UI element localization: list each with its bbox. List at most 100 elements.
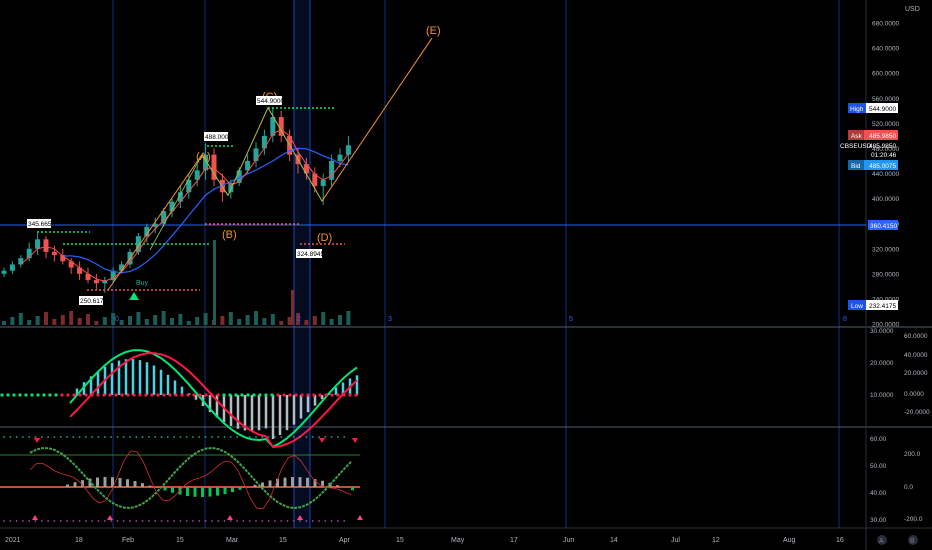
wave-label-A: (A): [196, 151, 211, 163]
time-axis[interactable]: 2021 18 Feb 15 Mar 15 Apr 15 May 17 Jun 14 Jul 12 Aug 1…: [5, 537, 844, 544]
count-dot: [255, 520, 257, 522]
count-dot: [280, 520, 283, 522]
buy-signal-label: Buy: [136, 280, 149, 287]
zero-dot: [174, 393, 178, 397]
vline-number-0: 0: [115, 316, 119, 323]
candle-body: [261, 135, 267, 149]
candle-body: [93, 280, 99, 284]
count-dot: [337, 436, 339, 438]
volume-spike: [291, 290, 294, 325]
auto-scale-button[interactable]: A: [877, 535, 887, 545]
zero-dot: [246, 393, 250, 397]
svg-text:488.0000: 488.0000: [205, 134, 232, 141]
zero-dot: [192, 393, 196, 397]
svg-text:360.4150: 360.4150: [870, 223, 897, 230]
count-dot: [148, 436, 150, 438]
count-dot: [217, 436, 220, 438]
count-dot: [85, 520, 87, 522]
zero-dot: [12, 393, 16, 397]
volume-bar: [35, 316, 40, 325]
count-dot: [15, 436, 18, 438]
zero-dot: [180, 393, 184, 397]
trading-chart[interactable]: (A) (B) (C) (D) (E) 345.6650 488.0000 54…: [0, 0, 932, 550]
count-dot: [318, 520, 320, 522]
time-tick: 16: [836, 537, 844, 544]
svg-text:B: B: [910, 538, 915, 545]
time-tick: Aug: [783, 537, 796, 544]
volume-bar: [195, 317, 200, 325]
count-dot: [85, 436, 87, 438]
svg-text:232.4175: 232.4175: [869, 303, 896, 310]
zero-dot: [186, 393, 190, 397]
zero-dot: [126, 393, 130, 397]
time-tick: 15: [176, 537, 184, 544]
count-dot: [248, 520, 251, 522]
volume-bar: [136, 312, 141, 325]
count-dot: [154, 520, 157, 522]
count-dot: [179, 436, 182, 438]
zero-dot: [258, 393, 262, 397]
osc1-left-tick: 20.0000: [870, 360, 894, 367]
vertical-time-lines: [112, 0, 840, 528]
volume-bar: [262, 318, 267, 325]
volume-bar: [312, 316, 317, 325]
count-dot: [9, 520, 12, 522]
volume-bar: [77, 318, 82, 325]
svg-text:544.9000: 544.9000: [869, 106, 896, 113]
count-dot: [72, 436, 75, 438]
price-tick: 320.0000: [872, 246, 899, 253]
osc1-right-tick: 20.0000: [904, 370, 928, 377]
osc2-right-tick: 200.0: [904, 451, 921, 458]
count-dot: [343, 520, 346, 522]
sell-marker: [352, 438, 358, 443]
count-dot: [22, 520, 24, 522]
count-dot: [91, 436, 94, 438]
volume-bar: [102, 317, 107, 325]
count-dot: [337, 520, 339, 522]
wave-label-B: (B): [222, 229, 237, 241]
price-tick: 280.0000: [872, 271, 899, 278]
zero-dot: [306, 393, 310, 397]
zero-dot: [48, 393, 52, 397]
osc1-right-tick: 40.0000: [904, 352, 928, 359]
zero-dot: [300, 393, 304, 397]
count-dot: [185, 520, 188, 522]
volume-bar: [186, 321, 191, 325]
count-dot: [110, 436, 112, 438]
svg-text:485.9850: 485.9850: [869, 133, 896, 140]
count-dot: [292, 436, 295, 438]
count-dot: [135, 520, 138, 522]
volume-bar: [178, 314, 183, 325]
zero-dot: [252, 393, 256, 397]
volume-bar: [254, 311, 258, 325]
zero-dot: [150, 393, 154, 397]
zero-dot: [138, 393, 142, 397]
zero-dot: [96, 393, 100, 397]
count-dot: [248, 436, 251, 438]
count-dot: [324, 520, 327, 522]
svg-text:A: A: [879, 538, 884, 545]
svg-text:High: High: [850, 106, 864, 113]
count-dot: [135, 436, 138, 438]
count-dot: [116, 520, 119, 522]
zero-dot: [30, 393, 34, 397]
count-dot: [22, 436, 24, 438]
time-tick: 15: [396, 537, 404, 544]
price-axis[interactable]: USD 680.0000 640.0000 600.0000 560.0000 520.…: [870, 6, 930, 524]
candle-body: [43, 239, 49, 252]
count-dot: [185, 436, 188, 438]
count-dot: [223, 520, 226, 522]
sell-marker: [319, 438, 325, 443]
time-tick: May: [451, 537, 465, 544]
zero-dot: [348, 393, 352, 397]
count-dot: [255, 436, 257, 438]
zero-dot: [18, 393, 22, 397]
zero-dot: [234, 393, 238, 397]
elliott-wave-drawing[interactable]: [107, 37, 433, 291]
log-scale-button[interactable]: B: [908, 535, 918, 545]
vline-number-5: 5: [569, 316, 573, 323]
ask-badge: Ask 485.9850: [848, 130, 898, 140]
volume-bar: [170, 318, 174, 325]
svg-text:485.9850: 485.9850: [869, 143, 896, 150]
vline-number-3: 3: [388, 316, 392, 323]
